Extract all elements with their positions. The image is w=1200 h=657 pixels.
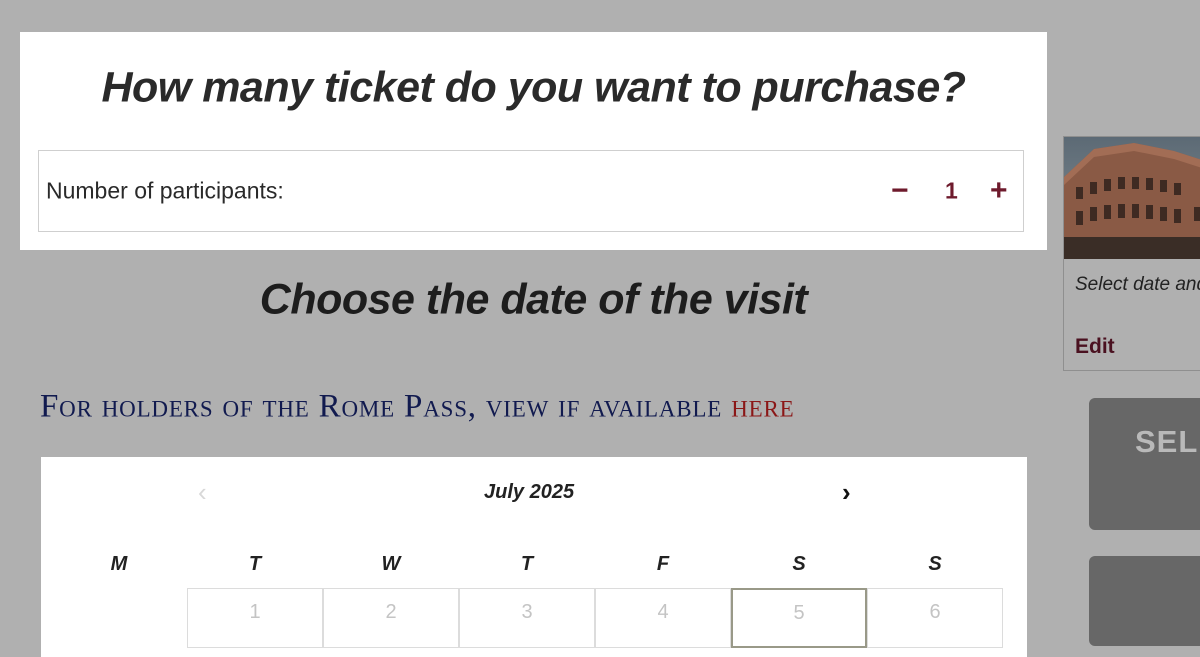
weekday-saturday: S — [792, 553, 806, 575]
calendar-day[interactable]: 6 — [867, 588, 1003, 648]
choose-date-title: Choose the date of the visit — [259, 275, 808, 324]
calendar-weekdays: M T W T F S S — [51, 553, 1005, 577]
edit-link[interactable]: Edit — [1075, 335, 1115, 359]
decrease-participants-button[interactable]: − — [891, 174, 909, 208]
calendar-day[interactable]: 4 — [595, 588, 731, 648]
colosseum-photo — [1064, 137, 1200, 259]
next-month-button[interactable]: › — [842, 477, 851, 508]
select-button-label: SELE — [1135, 424, 1200, 459]
colosseum-illustration — [1064, 143, 1200, 259]
calendar-day[interactable]: 1 — [187, 588, 323, 648]
participants-count: 1 — [945, 177, 958, 204]
rome-pass-notice: For holders of the Rome Pass, view if av… — [40, 389, 794, 426]
select-button[interactable]: SELE — [1089, 398, 1200, 530]
calendar: ‹ July 2025 › M T W T F S S 1 2 3 4 5 6 — [41, 457, 1027, 657]
participants-label: Number of participants: — [46, 177, 284, 204]
ticket-quantity-card: How many ticket do you want to purchase?… — [20, 32, 1047, 250]
weekday-monday: M — [110, 553, 128, 575]
weekday-thursday: T — [520, 553, 534, 575]
rome-pass-text: For holders of the Rome Pass, view if av… — [40, 388, 732, 425]
weekday-sunday: S — [928, 553, 942, 575]
calendar-day-selected[interactable]: 5 — [731, 588, 867, 648]
secondary-button[interactable] — [1089, 556, 1200, 646]
weekday-wednesday: W — [381, 553, 401, 575]
previous-month-button[interactable]: ‹ — [198, 477, 207, 508]
rome-pass-link[interactable]: here — [731, 389, 794, 425]
ticket-quantity-title: How many ticket do you want to purchase? — [101, 63, 966, 112]
weekday-friday: F — [656, 553, 670, 575]
summary-instruction: Select date and — [1075, 274, 1200, 295]
booking-summary-card: Select date and Edit — [1063, 136, 1200, 371]
calendar-day[interactable]: 2 — [323, 588, 459, 648]
calendar-month: July 2025 — [484, 481, 575, 503]
participants-row: Number of participants: − 1 + — [38, 150, 1024, 232]
increase-participants-button[interactable]: + — [990, 174, 1008, 208]
calendar-day[interactable]: 3 — [459, 588, 595, 648]
weekday-tuesday: T — [248, 553, 262, 575]
